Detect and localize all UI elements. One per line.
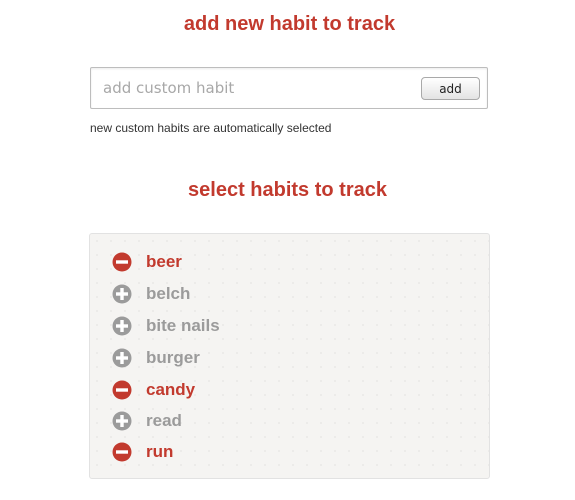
plus-circle-icon (112, 411, 132, 431)
custom-habit-hint: new custom habits are automatically sele… (90, 121, 332, 135)
habit-label: belch (146, 284, 191, 303)
select-habits-title: select habits to track (188, 179, 387, 201)
habit-label: candy (146, 380, 196, 399)
add-button[interactable]: add (421, 77, 480, 100)
habit-item-belch[interactable]: belch (112, 283, 190, 305)
habit-item-bite-nails[interactable]: bite nails (112, 315, 220, 337)
habit-label: bite nails (146, 316, 220, 335)
plus-circle-icon (112, 316, 132, 336)
habit-item-run[interactable]: run (112, 441, 173, 463)
habit-label: run (146, 442, 174, 461)
add-habit-form: add (90, 67, 488, 109)
habit-list-panel: beer belch bite nails burger candy read … (89, 233, 490, 479)
plus-circle-icon (112, 348, 132, 368)
habit-item-candy[interactable]: candy (112, 379, 195, 401)
custom-habit-input[interactable] (91, 68, 411, 108)
habit-label: read (146, 411, 182, 430)
minus-circle-icon (112, 442, 132, 462)
habit-label: beer (146, 252, 182, 271)
habit-label: burger (146, 348, 200, 367)
habit-item-read[interactable]: read (112, 410, 182, 432)
add-habit-title: add new habit to track (183, 13, 396, 35)
plus-circle-icon (112, 284, 132, 304)
habit-item-beer[interactable]: beer (112, 251, 182, 273)
habit-item-burger[interactable]: burger (112, 347, 200, 369)
minus-circle-icon (112, 252, 132, 272)
minus-circle-icon (112, 380, 132, 400)
